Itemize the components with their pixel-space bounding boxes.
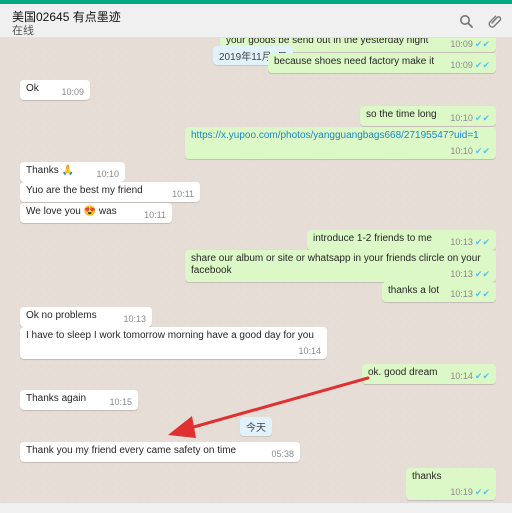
message-incoming: Ok no problems 10:13: [20, 307, 152, 327]
message-outgoing: https://x.yupoo.com/photos/yangguangbags…: [185, 127, 496, 159]
message-text: your goods be send out in the yesterday …: [226, 38, 429, 46]
message-outgoing: ok. good dream 10:14 ✔✔: [362, 364, 496, 384]
message-text: Thanks again: [26, 393, 87, 404]
message-time: 10:11: [144, 210, 166, 220]
message-time: 10:10 ✔✔: [450, 146, 490, 156]
message-text: Thanks 🙏: [26, 165, 75, 176]
message-text: We love you 😍 was: [26, 206, 117, 217]
read-receipt-icon: ✔✔: [474, 487, 490, 497]
message-time: 10:11: [172, 189, 194, 199]
message-incoming: Thanks again 10:15: [20, 390, 138, 410]
compose-bar[interactable]: [0, 502, 512, 513]
message-time: 10:19 ✔✔: [450, 487, 490, 497]
read-receipt-icon: ✔✔: [474, 237, 490, 247]
contact-status: 在线: [12, 25, 34, 37]
message-link[interactable]: https://x.yupoo.com/photos/yangguangbags…: [191, 130, 479, 141]
message-time: 10:13 ✔✔: [450, 237, 490, 247]
message-outgoing: thanks 10:19 ✔✔: [406, 468, 496, 500]
message-time: 10:13 ✔✔: [450, 289, 490, 299]
date-separator: 今天: [240, 417, 272, 436]
message-incoming: Thank you my friend every came safety on…: [20, 442, 300, 462]
chat-header: 美国02645 有点墨迹 在线: [0, 4, 512, 38]
read-receipt-icon: ✔✔: [474, 39, 490, 49]
message-outgoing: so the time long 10:10 ✔✔: [360, 106, 496, 126]
read-receipt-icon: ✔✔: [474, 113, 490, 123]
read-receipt-icon: ✔✔: [474, 146, 490, 156]
message-outgoing: share our album or site or whatsapp in y…: [185, 250, 496, 282]
message-time: 10:10: [96, 169, 119, 179]
message-list[interactable]: your goods be send out in the yesterday …: [0, 38, 512, 502]
message-time: 10:09: [61, 87, 84, 97]
message-outgoing: introduce 1-2 friends to me 10:13 ✔✔: [307, 230, 496, 250]
message-outgoing: thanks a lot 10:13 ✔✔: [382, 282, 496, 302]
message-text: introduce 1-2 friends to me: [313, 233, 432, 244]
message-incoming: We love you 😍 was 10:11: [20, 203, 172, 223]
message-text: share our album or site or whatsapp in y…: [191, 253, 481, 276]
message-time: 10:13: [123, 314, 146, 324]
message-text: Thank you my friend every came safety on…: [26, 445, 237, 456]
message-text: so the time long: [366, 109, 437, 120]
message-time: 10:13 ✔✔: [450, 269, 490, 279]
message-time: 10:09 ✔✔: [450, 39, 490, 49]
message-text: I have to sleep I work tomorrow morning …: [26, 330, 314, 341]
message-text: because shoes need factory make it: [274, 56, 435, 67]
message-incoming: I have to sleep I work tomorrow morning …: [20, 327, 327, 359]
message-text: ok. good dream: [368, 367, 438, 378]
read-receipt-icon: ✔✔: [474, 289, 490, 299]
message-text: Ok no problems: [26, 310, 97, 321]
message-incoming: Thanks 🙏 10:10: [20, 162, 125, 182]
read-receipt-icon: ✔✔: [474, 60, 490, 70]
message-time: 10:14 ✔✔: [450, 371, 490, 381]
message-incoming: Ok 10:09: [20, 80, 90, 100]
message-time: 10:14: [298, 346, 321, 356]
message-outgoing: because shoes need factory make it 10:09…: [268, 53, 496, 73]
paperclip-icon[interactable]: [488, 14, 502, 28]
message-time: 10:10 ✔✔: [450, 113, 490, 123]
search-icon[interactable]: [459, 14, 473, 28]
message-text: Yuo are the best my friend: [26, 185, 143, 196]
message-text: Ok: [26, 83, 39, 94]
message-time: 10:09 ✔✔: [450, 60, 490, 70]
read-receipt-icon: ✔✔: [474, 371, 490, 381]
read-receipt-icon: ✔✔: [474, 269, 490, 279]
message-text: thanks: [412, 471, 442, 482]
message-time: 05:38: [271, 449, 294, 459]
message-text: thanks a lot: [388, 285, 440, 296]
message-time: 10:15: [109, 397, 132, 407]
message-incoming: Yuo are the best my friend 10:11: [20, 182, 200, 202]
